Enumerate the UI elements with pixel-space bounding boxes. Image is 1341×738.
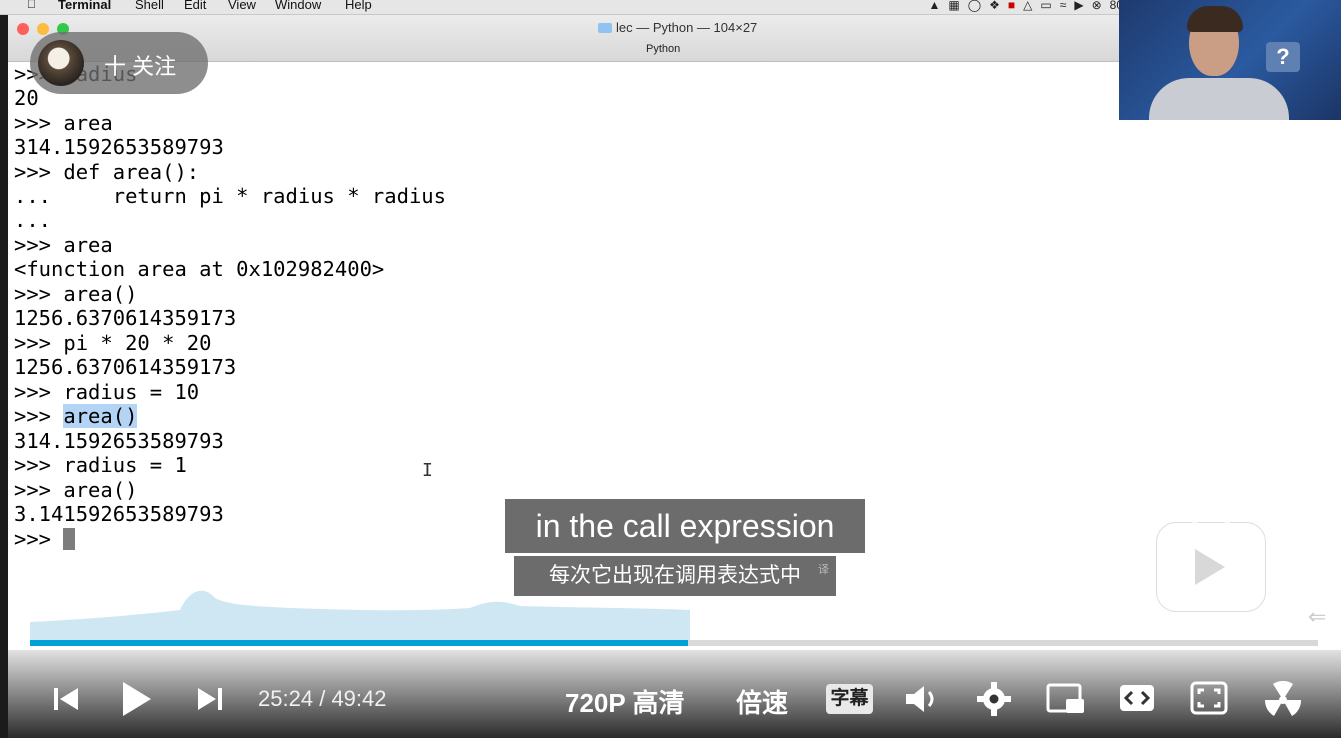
terminal-line: >>> area [14, 233, 113, 257]
apple-menu-icon[interactable]:  [27, 0, 36, 11]
avatar[interactable] [38, 40, 84, 86]
volume-icon[interactable] [904, 683, 940, 715]
terminal-line: 3.141592653589793 [14, 502, 224, 526]
presenter-hair [1187, 6, 1243, 32]
quality-selector[interactable]: 720P 高清 [565, 683, 684, 720]
follow-label: 十 关注 [104, 54, 177, 79]
current-time: 25:24 [258, 686, 314, 711]
text-cursor [63, 528, 76, 550]
progress-bar[interactable] [30, 640, 1318, 646]
fullscreen-icon[interactable] [1190, 681, 1228, 715]
window-title-text: lec — Python — 104×27 [616, 20, 758, 35]
picture-in-picture-icon[interactable] [1046, 683, 1086, 715]
terminal-line: 20 [14, 86, 39, 110]
minimize-window-button[interactable] [37, 23, 49, 35]
play-pause-icon[interactable] [120, 680, 154, 718]
play-icon [1195, 549, 1225, 585]
terminal-line: 1256.6370614359173 [14, 355, 237, 379]
speed-selector[interactable]: 倍速 [736, 683, 788, 720]
question-badge-icon: ? [1266, 42, 1300, 72]
notification-icon[interactable]: ▲ [928, 0, 940, 12]
menu-app-terminal[interactable]: Terminal [58, 0, 111, 12]
terminal-line: >>> area() [14, 478, 138, 502]
dropbox-icon[interactable]: ❖ [989, 0, 1000, 12]
subtitle-button[interactable]: 字幕 [826, 684, 873, 714]
menu-view[interactable]: View [228, 0, 256, 12]
radiation-icon[interactable] [1264, 681, 1302, 719]
terminal-line: >>> area [14, 111, 113, 135]
terminal-line: >>> [14, 527, 76, 551]
terminal-line: >>> def area(): [14, 160, 200, 184]
settings-gear-icon[interactable] [976, 681, 1012, 717]
terminal-line: 1256.6370614359173 [14, 306, 237, 330]
window-title: lec — Python — 104×27 [598, 20, 757, 35]
terminal-line: >>> area() [14, 404, 138, 428]
terminal-line: ... [14, 208, 52, 232]
subtitle-english: in the call expression [505, 499, 865, 553]
terminal-line: >>> radius = 1 [14, 453, 187, 477]
subtitle-translate-tag: 译 [818, 564, 829, 576]
close-window-button[interactable] [17, 23, 29, 35]
follow-button[interactable]: 十 关注 [30, 32, 208, 94]
progress-fill [30, 640, 689, 646]
widescreen-icon[interactable] [1118, 683, 1156, 713]
terminal-line: <function area at 0x102982400> [14, 257, 385, 281]
prompt: >>> [14, 404, 64, 428]
terminal-line: >>> area() [14, 282, 138, 306]
webcam-overlay: ? [1119, 0, 1341, 120]
presenter-shirt [1149, 78, 1289, 120]
ibeam-cursor-icon: I [422, 460, 433, 481]
prev-icon[interactable] [52, 686, 80, 712]
wifi-icon[interactable]: ≈ [1060, 0, 1067, 12]
player-controls: 25:24 / 49:42 720P 高清 倍速 字幕 [8, 650, 1341, 738]
clip-icon[interactable]: ◯ [968, 0, 981, 12]
volume-icon[interactable]: ▶ [1074, 0, 1083, 12]
heat-waveform [30, 590, 690, 640]
time-display: 25:24 / 49:42 [258, 686, 387, 712]
drive-icon[interactable]: △ [1023, 0, 1032, 12]
menu-shell[interactable]: Shell [135, 0, 164, 12]
input-icon[interactable]: ▦ [948, 0, 959, 12]
play-tv-button[interactable] [1156, 509, 1266, 612]
terminal-line: 314.1592653589793 [14, 429, 224, 453]
menu-help[interactable]: Help [345, 0, 372, 12]
bluetooth-icon[interactable]: ⊗ [1092, 0, 1102, 12]
selected-text[interactable]: area() [63, 404, 138, 428]
next-icon[interactable] [196, 686, 224, 712]
terminal-line: 314.1592653589793 [14, 135, 224, 159]
terminal-line: >>> pi * 20 * 20 [14, 331, 212, 355]
record-icon[interactable]: ■ [1008, 0, 1015, 12]
menu-window[interactable]: Window [275, 0, 321, 12]
side-panel-toggle-icon[interactable]: ⇐ [1308, 604, 1326, 630]
folder-icon [598, 23, 612, 33]
prompt: >>> [14, 527, 64, 551]
status-icons: ▲ ▦ ◯ ❖ ■ △ ▭ ≈ ▶ ⊗ 80 [928, 0, 1123, 12]
duration: 49:42 [331, 686, 387, 711]
airplay-icon[interactable]: ▭ [1040, 0, 1051, 12]
terminal-line: >>> radius = 10 [14, 380, 200, 404]
window-tab[interactable]: Python [646, 43, 680, 55]
time-separator: / [319, 686, 326, 711]
terminal-line: ... return pi * radius * radius [14, 184, 446, 208]
menu-edit[interactable]: Edit [184, 0, 206, 12]
